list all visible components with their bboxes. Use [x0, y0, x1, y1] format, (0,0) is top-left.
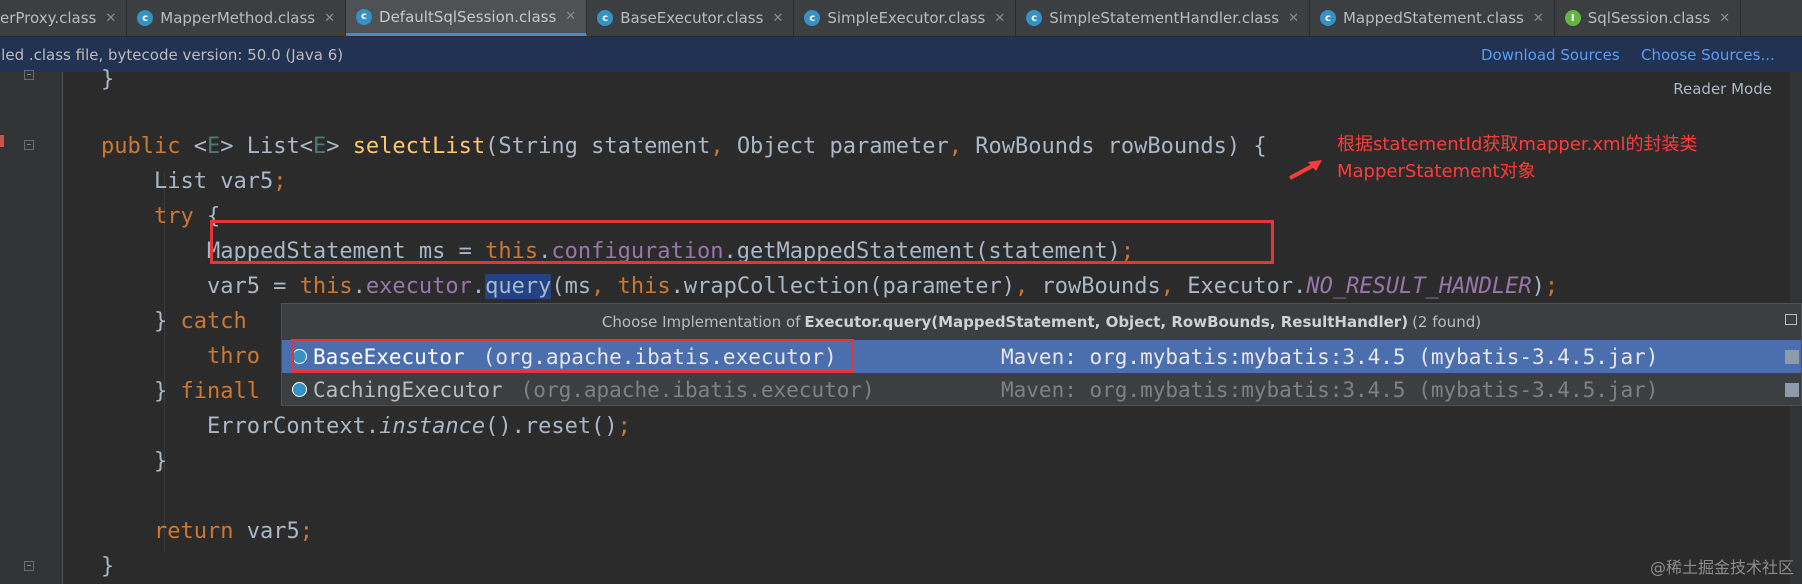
tab-sqlsession[interactable]: I SqlSession.class ✕ [1555, 0, 1742, 36]
highlight-box [210, 220, 1274, 264]
close-tab-icon[interactable]: ✕ [324, 11, 335, 26]
code-line: public <E> List<E> selectList(String sta… [101, 134, 1267, 159]
tab-label: SqlSession.class [1587, 9, 1711, 27]
code-line: return var5; [153, 519, 313, 544]
fold-marker-icon[interactable] [24, 140, 34, 150]
editor-tab-bar: erProxy.class ✕ c MapperMethod.class ✕ c… [0, 0, 1802, 37]
implementation-package: (org.apache.ibatis.executor) [520, 377, 875, 402]
implementation-name: CachingExecutor [313, 377, 503, 402]
highlight-box [291, 339, 854, 373]
implementation-library: Maven: org.mybatis:mybatis:3.4.5 (mybati… [1001, 344, 1659, 369]
annotation-line: 根据statementId获取mapper.xml的封装类 [1337, 134, 1698, 155]
implementation-item-cachingexecutor[interactable]: CachingExecutor (org.apache.ibatis.execu… [282, 373, 1801, 405]
tab-label: erProxy.class [0, 9, 97, 27]
tab-simplestatementhandler[interactable]: c SimpleStatementHandler.class ✕ [1016, 0, 1310, 36]
tab-label: MapperMethod.class [160, 9, 316, 27]
class-icon: c [137, 10, 154, 26]
popup-title-method: Executor.query(MappedStatement, Object, … [804, 313, 1409, 331]
tab-label: DefaultSqlSession.class [379, 7, 557, 26]
tab-label: SimpleExecutor.class [827, 9, 986, 27]
code-line: thro [206, 344, 260, 369]
download-sources-link[interactable]: Download Sources [1481, 46, 1620, 64]
close-tab-icon[interactable]: ✕ [994, 11, 1005, 26]
class-icon: c [1026, 10, 1043, 26]
interface-icon: I [1564, 10, 1581, 26]
class-icon [292, 382, 307, 397]
library-jar-icon [1785, 349, 1799, 364]
code-line: } [101, 554, 115, 579]
fold-marker-icon[interactable] [24, 561, 34, 571]
popup-title-count: (2 found) [1412, 313, 1482, 331]
code-line: } catch [101, 309, 247, 334]
tab-mapperproxy[interactable]: erProxy.class ✕ [0, 0, 128, 36]
choose-implementation-popup[interactable]: Choose Implementation of Executor.query(… [281, 303, 1802, 406]
fold-marker-icon[interactable] [24, 70, 34, 80]
popup-title: Choose Implementation of Executor.query(… [282, 304, 1801, 340]
banner-message: iled .class file, bytecode version: 50.0… [0, 45, 344, 64]
class-icon: c [1319, 10, 1336, 26]
choose-sources-link[interactable]: Choose Sources... [1641, 46, 1775, 64]
close-tab-icon[interactable]: ✕ [1719, 11, 1730, 26]
editor-gutter [0, 70, 63, 584]
tab-defaultsqlsession[interactable]: c DefaultSqlSession.class ✕ [346, 0, 588, 36]
reader-mode-toggle[interactable]: Reader Mode [1673, 80, 1772, 98]
library-jar-icon [1785, 382, 1799, 397]
annotation-text: 根据statementId获取mapper.xml的封装类 MapperStat… [1337, 131, 1698, 185]
code-line: try { [153, 204, 221, 229]
implementation-library: Maven: org.mybatis:mybatis:3.4.5 (mybati… [1001, 377, 1659, 402]
tab-baseexecutor[interactable]: c BaseExecutor.class ✕ [587, 0, 795, 36]
code-line: } finall [101, 379, 260, 404]
close-tab-icon[interactable]: ✕ [772, 11, 783, 26]
code-line: } [101, 449, 168, 474]
close-tab-icon[interactable]: ✕ [565, 9, 576, 24]
decompiled-notice-banner: iled .class file, bytecode version: 50.0… [0, 37, 1802, 72]
popup-title-prefix: Choose Implementation of [601, 313, 801, 331]
annotation-line: MapperStatement对象 [1337, 161, 1536, 182]
pin-popup-icon[interactable] [1785, 314, 1797, 325]
class-icon: c [804, 10, 821, 26]
code-line: ErrorContext.instance().reset(); [101, 414, 631, 439]
code-line: } [101, 67, 115, 92]
tab-simpleexecutor[interactable]: c SimpleExecutor.class ✕ [794, 0, 1017, 36]
class-icon: c [356, 8, 373, 25]
tab-mappermethod[interactable]: c MapperMethod.class ✕ [127, 0, 347, 36]
tab-label: SimpleStatementHandler.class [1049, 9, 1280, 27]
close-tab-icon[interactable]: ✕ [105, 11, 116, 26]
class-icon: c [597, 10, 614, 26]
tab-label: MappedStatement.class [1342, 9, 1524, 27]
watermark: @稀土掘金技术社区 [1649, 558, 1794, 577]
code-line: List var5; [101, 169, 287, 194]
close-tab-icon[interactable]: ✕ [1533, 11, 1544, 26]
code-line: var5 = this.executor.query(ms, this.wrap… [101, 274, 1559, 299]
annotation-arrow-icon [1289, 160, 1322, 180]
tab-mappedstatement[interactable]: c MappedStatement.class ✕ [1310, 0, 1555, 36]
override-marker-icon [0, 135, 4, 147]
tab-label: BaseExecutor.class [620, 9, 764, 27]
close-tab-icon[interactable]: ✕ [1288, 11, 1299, 26]
